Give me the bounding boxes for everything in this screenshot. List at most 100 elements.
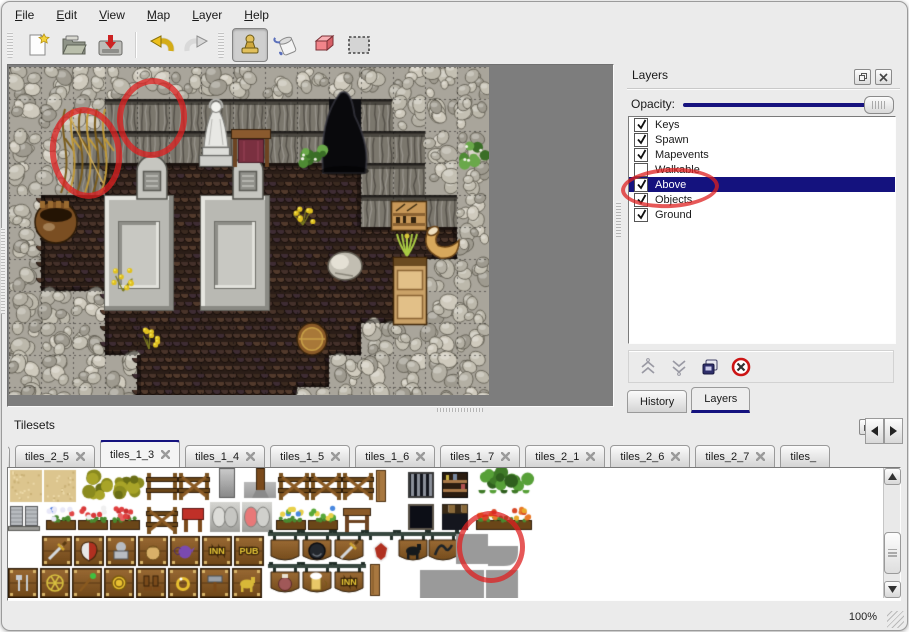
menu-layer[interactable]: Layer xyxy=(183,5,231,25)
tileset-tab-tiles_1_6[interactable]: tiles_1_6 xyxy=(355,445,435,468)
float-icon xyxy=(858,72,868,82)
save-map-button[interactable] xyxy=(93,29,127,61)
panel-tab-history[interactable]: History xyxy=(627,390,687,413)
close-tab-icon[interactable] xyxy=(756,452,765,461)
menu-view[interactable]: View xyxy=(90,5,134,25)
redo-button[interactable] xyxy=(180,29,214,61)
horizontal-splitter[interactable] xyxy=(7,406,612,414)
tileset-canvas[interactable] xyxy=(8,468,882,598)
tileset-tab-tiles_1_3[interactable]: tiles_1_3 xyxy=(100,440,180,468)
new-map-button[interactable] xyxy=(21,29,55,61)
tileset-tab-tiles_2_1[interactable]: tiles_2_1 xyxy=(525,445,605,468)
left-edge-grip[interactable] xyxy=(1,228,5,314)
layers-panel-float-button[interactable] xyxy=(854,69,871,85)
menu-mnemonic: H xyxy=(244,8,253,22)
move-layer-down-button[interactable] xyxy=(668,356,690,378)
layer-visibility-checkbox[interactable] xyxy=(634,133,648,147)
map-viewport xyxy=(7,64,614,407)
layer-row-objects[interactable]: Objects xyxy=(629,192,895,207)
duplicate-layer-button[interactable] xyxy=(699,356,721,378)
opacity-slider-track xyxy=(683,103,892,107)
close-tab-icon[interactable] xyxy=(246,452,255,461)
layer-visibility-checkbox[interactable] xyxy=(634,163,648,177)
arrow-right-icon xyxy=(890,426,897,436)
toolbar-drag-handle xyxy=(7,32,13,58)
tileset-tab-tiles_1_5[interactable]: tiles_1_5 xyxy=(270,445,350,468)
layer-row-mapevents[interactable]: Mapevents xyxy=(629,147,895,162)
menu-bar: FileEditViewMapLayerHelp xyxy=(6,4,278,26)
tab-partial[interactable] xyxy=(8,446,10,468)
scroll-down-button[interactable] xyxy=(884,581,901,598)
layer-row-ground[interactable]: Ground xyxy=(629,207,895,222)
layer-row-keys[interactable]: Keys xyxy=(629,117,895,132)
close-tab-icon[interactable] xyxy=(331,452,340,461)
close-tab-icon[interactable] xyxy=(501,452,510,461)
tileset-tab-tiles_2_6[interactable]: tiles_2_6 xyxy=(610,445,690,468)
scroll-up-button[interactable] xyxy=(884,468,901,485)
toolbar-drag-handle[interactable] xyxy=(218,32,224,58)
tileset-tab-tiles_1_7[interactable]: tiles_1_7 xyxy=(440,445,520,468)
resize-grip[interactable] xyxy=(887,611,904,628)
delete-icon xyxy=(731,357,751,377)
tilesets-panel: Tilesets tiles_2_5tiles_1_3tiles_1_4tile… xyxy=(4,414,903,602)
select-tool-button[interactable] xyxy=(342,29,376,61)
opacity-slider-handle[interactable] xyxy=(864,96,894,114)
layers-panel-close-button[interactable] xyxy=(875,69,892,85)
tab-scroll-left-button[interactable] xyxy=(865,418,884,444)
tileset-tab-tiles[interactable]: tiles_ xyxy=(780,445,830,468)
layer-visibility-checkbox[interactable] xyxy=(634,118,648,132)
tab-scroll-right-button[interactable] xyxy=(884,418,903,444)
eraser-icon xyxy=(309,34,337,56)
layer-visibility-checkbox[interactable] xyxy=(634,148,648,162)
close-tab-icon[interactable] xyxy=(416,452,425,461)
scrollbar-thumb[interactable] xyxy=(884,532,901,574)
tileset-scrollbar[interactable] xyxy=(883,468,900,598)
move-layer-up-button[interactable] xyxy=(637,356,659,378)
close-tab-icon[interactable] xyxy=(671,452,680,461)
close-tab-icon[interactable] xyxy=(76,452,85,461)
stamp-tool-button[interactable] xyxy=(232,28,268,62)
layer-visibility-checkbox[interactable] xyxy=(634,193,648,207)
paint-bucket-icon xyxy=(273,32,301,58)
tileset-tab-tiles_2_7[interactable]: tiles_2_7 xyxy=(695,445,775,468)
menu-mnemonic: V xyxy=(99,8,107,22)
menu-help[interactable]: Help xyxy=(235,5,278,25)
fill-tool-button[interactable] xyxy=(270,29,304,61)
delete-layer-button[interactable] xyxy=(730,356,752,378)
close-icon xyxy=(879,73,888,82)
tileset-tab-label: tiles_2_5 xyxy=(25,451,69,463)
layer-visibility-checkbox[interactable] xyxy=(634,208,648,222)
menu-mnemonic: F xyxy=(15,8,22,22)
close-tab-icon[interactable] xyxy=(586,452,595,461)
layers-panel-title: Layers xyxy=(632,68,668,82)
tilesets-panel-title: Tilesets xyxy=(14,418,55,432)
layer-name-label: Mapevents xyxy=(655,149,709,161)
close-tab-icon[interactable] xyxy=(161,450,170,459)
tileset-tab-tiles_1_4[interactable]: tiles_1_4 xyxy=(185,445,265,468)
menu-edit[interactable]: Edit xyxy=(47,5,86,25)
layer-row-walkable[interactable]: Walkable xyxy=(629,162,895,177)
check-icon xyxy=(636,119,647,130)
menu-file[interactable]: File xyxy=(6,5,43,25)
opacity-label: Opacity: xyxy=(631,97,675,111)
eraser-tool-button[interactable] xyxy=(306,29,340,61)
vertical-splitter[interactable] xyxy=(613,64,625,405)
tileset-tab-label: tiles_2_1 xyxy=(535,451,579,463)
tileset-tab-label: tiles_2_6 xyxy=(620,451,664,463)
map-canvas[interactable] xyxy=(9,67,489,395)
layer-visibility-checkbox[interactable] xyxy=(634,178,648,192)
panel-tab-layers[interactable]: Layers xyxy=(691,387,750,413)
save-icon xyxy=(97,33,124,57)
undo-button[interactable] xyxy=(144,29,178,61)
layer-row-above[interactable]: Above xyxy=(629,177,895,192)
layer-row-spawn[interactable]: Spawn xyxy=(629,132,895,147)
arrow-left-icon xyxy=(871,426,878,436)
layer-name-label: Spawn xyxy=(655,134,689,146)
open-map-button[interactable] xyxy=(57,29,91,61)
layers-panel: Layers Opacity: Keys Spawn MapeventsWalkab… xyxy=(625,64,902,412)
splitter-grip xyxy=(437,408,483,412)
tileset-tab-tiles_2_5[interactable]: tiles_2_5 xyxy=(15,445,95,468)
toolbar-separator xyxy=(135,32,136,58)
menu-map[interactable]: Map xyxy=(138,5,179,25)
opacity-slider[interactable] xyxy=(683,95,894,113)
